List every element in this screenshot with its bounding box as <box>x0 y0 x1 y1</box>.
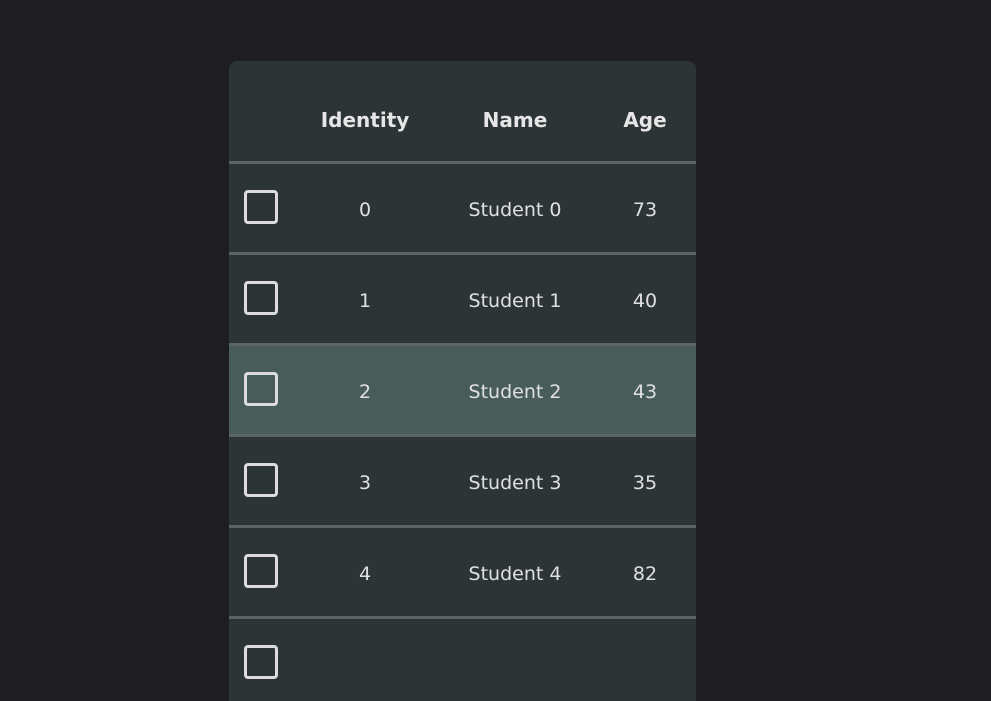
column-header-name[interactable]: Name <box>483 108 548 132</box>
row-checkbox[interactable] <box>244 463 278 497</box>
table-row[interactable]: 1 Student 1 40 <box>229 255 696 346</box>
table-row-highlighted[interactable]: 2 Student 2 43 <box>229 346 696 437</box>
students-table: Identity Name Age 0 Student 0 73 1 Stude… <box>229 61 696 701</box>
cell-identity: 1 <box>358 290 372 312</box>
cell-name: Student 4 <box>468 563 562 585</box>
cell-name: Student 0 <box>468 199 562 221</box>
cell-identity: 4 <box>358 563 372 585</box>
column-header-age[interactable]: Age <box>623 108 666 132</box>
table-row[interactable]: 3 Student 3 35 <box>229 437 696 528</box>
cell-name: Student 3 <box>468 472 562 494</box>
row-checkbox[interactable] <box>244 190 278 224</box>
cell-name: Student 2 <box>468 381 562 403</box>
row-checkbox[interactable] <box>244 372 278 406</box>
table-row-partial[interactable] <box>229 619 696 701</box>
row-checkbox[interactable] <box>244 281 278 315</box>
cell-identity: 2 <box>358 381 372 403</box>
cell-identity: 3 <box>358 472 372 494</box>
column-header-identity[interactable]: Identity <box>321 108 410 132</box>
table-header: Identity Name Age <box>229 61 696 164</box>
cell-age: 43 <box>632 381 658 403</box>
cell-identity: 0 <box>358 199 372 221</box>
table-row[interactable]: 0 Student 0 73 <box>229 164 696 255</box>
cell-age: 82 <box>632 563 658 585</box>
row-checkbox[interactable] <box>244 554 278 588</box>
row-checkbox[interactable] <box>244 645 278 679</box>
cell-name: Student 1 <box>468 290 562 312</box>
cell-age: 35 <box>632 472 658 494</box>
cell-age: 73 <box>632 199 658 221</box>
cell-age: 40 <box>632 290 658 312</box>
table-row[interactable]: 4 Student 4 82 <box>229 528 696 619</box>
